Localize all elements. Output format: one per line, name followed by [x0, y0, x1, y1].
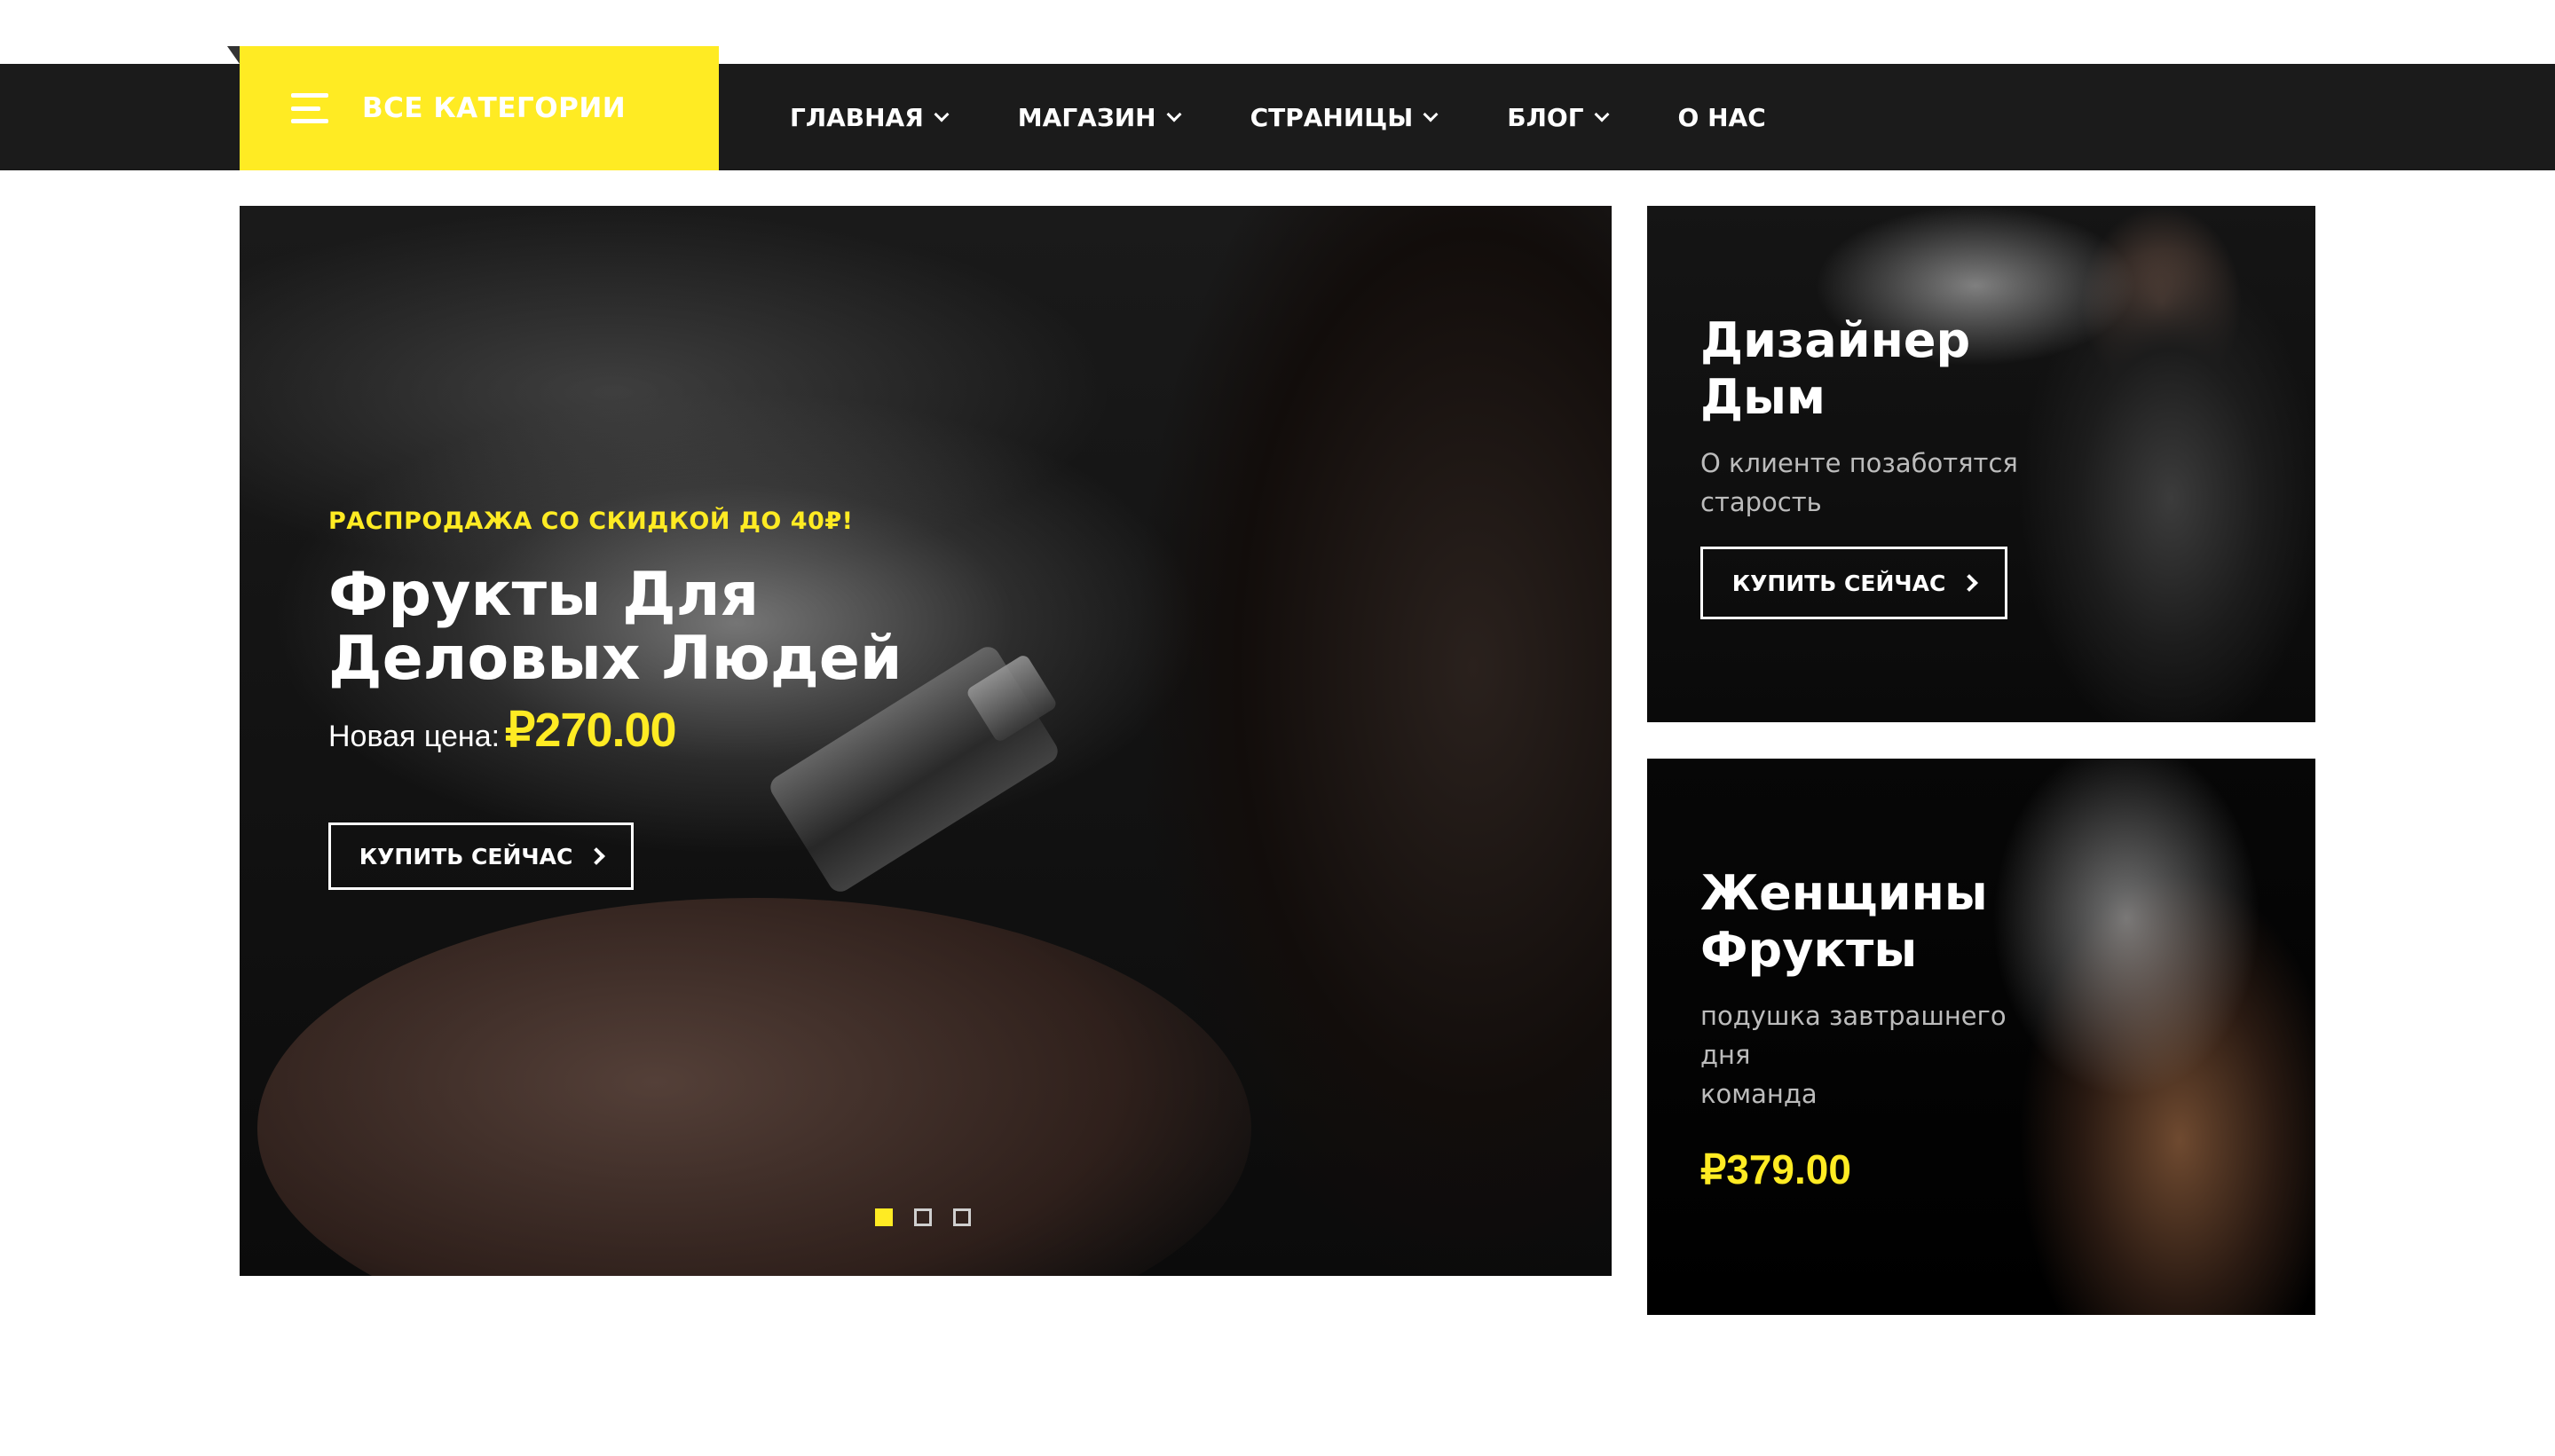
banner-title: Женщины Фрукты	[1700, 865, 1988, 978]
hero-price-label: Новая цена:	[328, 720, 501, 753]
chevron-down-icon	[934, 106, 950, 122]
menu-item-pages[interactable]: СТРАНИЦЫ	[1250, 102, 1439, 132]
slider-dot-3[interactable]	[953, 1208, 971, 1226]
buy-now-label: КУПИТЬ СЕЙЧАС	[359, 843, 573, 870]
hero-buy-now-button[interactable]: КУПИТЬ СЕЙЧАС	[328, 822, 634, 890]
banner-title: Дизайнер Дым	[1700, 312, 1971, 425]
banner-description: подушка завтрашнего дня команда	[1700, 1001, 2007, 1109]
menu-item-label: СТРАНИЦЫ	[1250, 102, 1414, 132]
hero-price: Новая цена: ₽270.00	[328, 702, 967, 758]
slider-pagination	[875, 1208, 992, 1226]
chevron-down-icon	[1166, 106, 1182, 122]
buy-now-label: КУПИТЬ СЕЙЧАС	[1731, 570, 1946, 596]
main-menu: ГЛАВНАЯ МАГАЗИН СТРАНИЦЫ БЛОГ О НАС	[790, 64, 1837, 170]
menu-item-label: О НАС	[1677, 102, 1766, 132]
promo-banner-women-fruits[interactable]: Женщины Фрукты подушка завтрашнего дня к…	[1647, 759, 2315, 1315]
hero-promo-text: РАСПРОДАЖА СО СКИДКОЙ ДО 40₽!	[328, 508, 854, 535]
menu-item-about[interactable]: О НАС	[1678, 103, 1766, 132]
banner-description: О клиенте позаботятся старость	[1700, 448, 2018, 517]
chevron-down-icon	[1594, 106, 1610, 122]
menu-item-blog[interactable]: БЛОГ	[1507, 102, 1610, 132]
menu-item-label: МАГАЗИН	[1017, 102, 1156, 132]
menu-item-label: БЛОГ	[1507, 102, 1584, 132]
slider-dot-1[interactable]	[875, 1208, 893, 1226]
hero-slider: РАСПРОДАЖА СО СКИДКОЙ ДО 40₽! Фрукты Для…	[240, 206, 1612, 1276]
banner-content: Женщины Фрукты подушка завтрашнего дня к…	[1700, 865, 2073, 1193]
all-categories-label: ВСЕ КАТЕГОРИИ	[362, 92, 627, 124]
chevron-right-icon	[587, 847, 606, 865]
hamburger-icon	[291, 93, 328, 123]
menu-item-home[interactable]: ГЛАВНАЯ	[790, 102, 950, 132]
hero-background-image	[257, 898, 1251, 1276]
hero-content: РАСПРОДАЖА СО СКИДКОЙ ДО 40₽! Фрукты Для…	[328, 508, 967, 758]
chevron-down-icon	[1423, 106, 1439, 122]
menu-item-label: ГЛАВНАЯ	[790, 102, 924, 132]
all-categories-button[interactable]: ВСЕ КАТЕГОРИИ	[227, 46, 719, 170]
banner-price: ₽379.00	[1700, 1146, 1851, 1192]
banner-buy-now-button[interactable]: КУПИТЬ СЕЙЧАС	[1700, 547, 2007, 619]
hero-price-value: ₽270.00	[505, 704, 677, 757]
chevron-right-icon	[1960, 574, 1979, 592]
promo-banner-designer-smoke[interactable]: Дизайнер Дым О клиенте позаботятся старо…	[1647, 206, 2315, 722]
banner-content: Дизайнер Дым О клиенте позаботятся старо…	[1700, 312, 2073, 619]
hero-title: Фрукты Для Деловых Людей	[328, 560, 903, 694]
slider-dot-2[interactable]	[914, 1208, 932, 1226]
menu-item-shop[interactable]: МАГАЗИН	[1017, 102, 1182, 132]
